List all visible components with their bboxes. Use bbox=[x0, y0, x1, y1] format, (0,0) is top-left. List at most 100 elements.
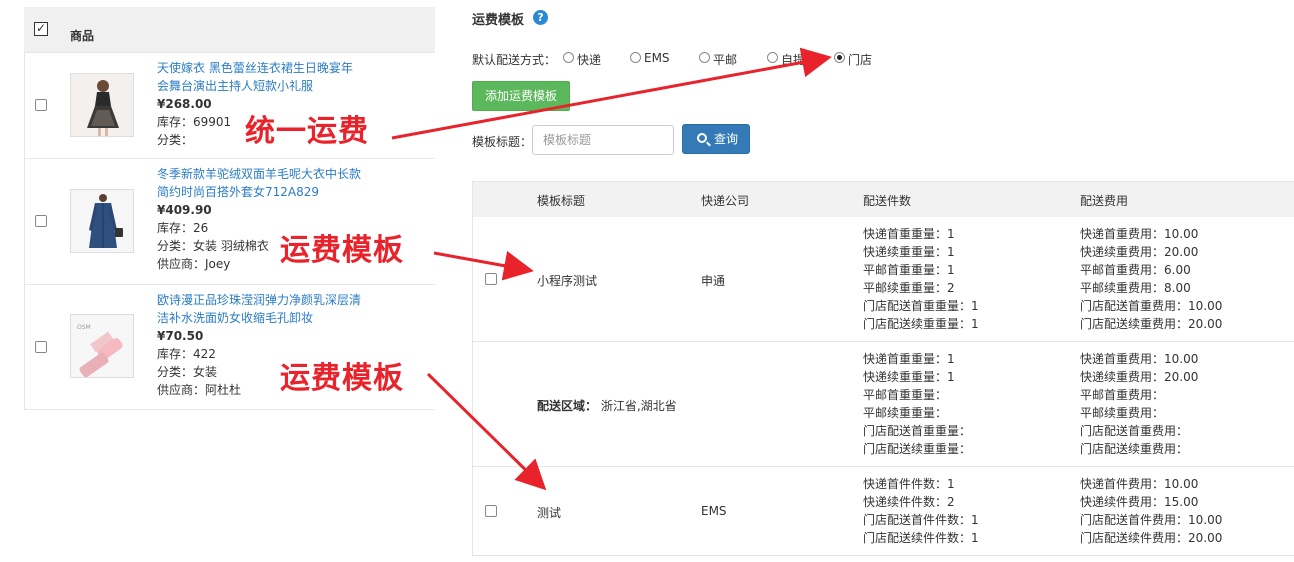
radio-ems[interactable] bbox=[630, 52, 641, 63]
column-header-counts: 配送件数 bbox=[863, 194, 912, 208]
product-price: ¥70.50 bbox=[157, 329, 204, 343]
product-thumbnail-dress bbox=[70, 73, 134, 137]
product-column-header: 商品 bbox=[70, 29, 95, 43]
radio-label-ems: EMS bbox=[644, 51, 670, 65]
product-thumbnail-coat bbox=[70, 189, 134, 253]
product-checkbox[interactable] bbox=[35, 215, 47, 227]
select-all-checkbox[interactable]: ✓ bbox=[34, 22, 48, 36]
fee-line: 门店配送续重费用： bbox=[1080, 442, 1189, 456]
fee-line: 快递首件费用：10.00 bbox=[1080, 477, 1199, 491]
count-line: 平邮续重重量：2 bbox=[863, 281, 955, 295]
svg-text:OSM: OSM bbox=[77, 324, 91, 331]
radio-label-express: 快递 bbox=[577, 53, 602, 67]
page-title: 运费模板 bbox=[472, 13, 525, 28]
fee-line: 门店配送续重费用：20.00 bbox=[1080, 317, 1223, 331]
column-header-title: 模板标题 bbox=[537, 194, 586, 208]
template-table: 模板标题 快递公司 配送件数 配送费用 小程序测试 申通 快递首重重量：1 快递… bbox=[472, 181, 1294, 556]
count-line: 门店配送续重重量：1 bbox=[863, 317, 979, 331]
fees-cell: 快递首件费用：10.00 快递续件费用：15.00 门店配送首件费用：10.00… bbox=[1080, 475, 1222, 547]
product-name-link[interactable]: 欧诗漫正品珍珠滢润弹力净颜乳深层清 洁补水洗面奶女收缩毛孔卸妆 bbox=[157, 291, 369, 327]
product-thumbnail-cleanser: OSM bbox=[70, 314, 134, 378]
counts-cell: 快递首件件数：1 快递续件件数：2 门店配送首件件数：1 门店配送续件件数：1 bbox=[863, 475, 979, 547]
annotation-shipping-template: 运费模板 bbox=[280, 361, 404, 396]
count-line: 平邮首重重量： bbox=[863, 388, 948, 402]
default-shipping-label: 默认配送方式： bbox=[472, 53, 557, 67]
column-header-company: 快递公司 bbox=[701, 194, 750, 208]
fee-line: 门店配送首重费用：10.00 bbox=[1080, 299, 1223, 313]
template-title-cell: 小程序测试 bbox=[537, 274, 598, 288]
radio-label-self-pickup: 自提 bbox=[781, 53, 806, 67]
count-line: 平邮首重重量：1 bbox=[863, 263, 955, 277]
count-line: 快递首重重量：1 bbox=[863, 352, 955, 366]
count-line: 门店配送首重重量： bbox=[863, 424, 972, 438]
fee-line: 快递续重费用：20.00 bbox=[1080, 370, 1199, 384]
radio-surface-mail[interactable] bbox=[699, 52, 710, 63]
radio-store[interactable] bbox=[834, 52, 845, 63]
company-cell: EMS bbox=[701, 504, 727, 518]
region-value: 浙江省,湖北省 bbox=[600, 399, 677, 413]
table-header: 模板标题 快递公司 配送件数 配送费用 bbox=[473, 181, 1294, 217]
company-cell: 申通 bbox=[701, 274, 726, 288]
region-cell: 配送区域： 浙江省,湖北省 bbox=[537, 397, 677, 414]
product-checkbox[interactable] bbox=[35, 99, 47, 111]
table-row: 测试 EMS 快递首件件数：1 快递续件件数：2 门店配送首件件数：1 门店配送… bbox=[473, 467, 1294, 556]
product-checkbox[interactable] bbox=[35, 341, 47, 353]
product-list-header: ✓ 商品 bbox=[24, 7, 435, 53]
region-row: 配送区域： 浙江省,湖北省 快递首重重量：1 快递续重重量：1 平邮首重重量： … bbox=[473, 342, 1294, 467]
search-label: 模板标题： bbox=[472, 135, 533, 149]
count-line: 快递首重重量：1 bbox=[863, 227, 955, 241]
query-button[interactable]: 查询 bbox=[682, 124, 750, 154]
template-title-cell: 测试 bbox=[537, 506, 562, 520]
add-template-button[interactable]: 添加运费模板 bbox=[472, 81, 570, 111]
count-line: 快递续重重量：1 bbox=[863, 245, 955, 259]
product-name-line[interactable]: 会舞台演出主持人短款小礼服 bbox=[157, 77, 369, 95]
template-title-input[interactable] bbox=[532, 125, 674, 155]
radio-label-surface-mail: 平邮 bbox=[713, 53, 738, 67]
query-button-label: 查询 bbox=[714, 132, 739, 146]
count-line: 门店配送首重重量：1 bbox=[863, 299, 979, 313]
counts-cell: 快递首重重量：1 快递续重重量：1 平邮首重重量： 平邮续重重量： 门店配送首重… bbox=[863, 350, 971, 458]
row-checkbox[interactable] bbox=[485, 273, 497, 285]
product-name-line[interactable]: 简约时尚百搭外套女712A829 bbox=[157, 183, 369, 201]
annotation-shipping-template: 运费模板 bbox=[280, 233, 404, 268]
product-name-link[interactable]: 天使嫁衣 黑色蕾丝连衣裙生日晚宴年 会舞台演出主持人短款小礼服 bbox=[157, 59, 369, 95]
column-header-fees: 配送费用 bbox=[1080, 194, 1129, 208]
table-row: 小程序测试 申通 快递首重重量：1 快递续重重量：1 平邮首重重量：1 平邮续重… bbox=[473, 217, 1294, 342]
fee-line: 门店配送首件费用：10.00 bbox=[1080, 513, 1223, 527]
fee-line: 快递首重费用：10.00 bbox=[1080, 352, 1199, 366]
region-label: 配送区域： bbox=[537, 399, 598, 413]
count-line: 门店配送续重重量： bbox=[863, 442, 972, 456]
radio-express[interactable] bbox=[563, 52, 574, 63]
product-name-line[interactable]: 洁补水洗面奶女收缩毛孔卸妆 bbox=[157, 309, 369, 327]
search-icon bbox=[697, 133, 707, 143]
fee-line: 平邮首重费用： bbox=[1080, 388, 1165, 402]
count-line: 门店配送续件件数：1 bbox=[863, 531, 979, 545]
radio-self-pickup[interactable] bbox=[767, 52, 778, 63]
fees-cell: 快递首重费用：10.00 快递续重费用：20.00 平邮首重费用： 平邮续重费用… bbox=[1080, 350, 1198, 458]
fee-line: 门店配送首重费用： bbox=[1080, 424, 1189, 438]
count-line: 快递续件件数：2 bbox=[863, 495, 955, 509]
product-name-line[interactable]: 冬季新款羊驼绒双面羊毛呢大衣中长款 bbox=[157, 165, 369, 183]
fees-cell: 快递首重费用：10.00 快递续重费用：20.00 平邮首重费用：6.00 平邮… bbox=[1080, 225, 1222, 333]
fee-line: 门店配送续件费用：20.00 bbox=[1080, 531, 1223, 545]
row-checkbox[interactable] bbox=[485, 505, 497, 517]
product-name-line[interactable]: 天使嫁衣 黑色蕾丝连衣裙生日晚宴年 bbox=[157, 59, 369, 77]
count-line: 快递续重重量：1 bbox=[863, 370, 955, 384]
fee-line: 快递首重费用：10.00 bbox=[1080, 227, 1199, 241]
question-circle-icon[interactable]: ? bbox=[533, 10, 548, 25]
count-line: 门店配送首件件数：1 bbox=[863, 513, 979, 527]
fee-line: 快递续件费用：15.00 bbox=[1080, 495, 1199, 509]
radio-label-store: 门店 bbox=[848, 53, 873, 67]
product-name-line[interactable]: 欧诗漫正品珍珠滢润弹力净颜乳深层清 bbox=[157, 291, 369, 309]
product-price: ¥409.90 bbox=[157, 203, 212, 217]
fee-line: 平邮续重费用： bbox=[1080, 406, 1165, 420]
counts-cell: 快递首重重量：1 快递续重重量：1 平邮首重重量：1 平邮续重重量：2 门店配送… bbox=[863, 225, 979, 333]
fee-line: 快递续重费用：20.00 bbox=[1080, 245, 1199, 259]
product-name-link[interactable]: 冬季新款羊驼绒双面羊毛呢大衣中长款 简约时尚百搭外套女712A829 bbox=[157, 165, 369, 201]
product-row: 天使嫁衣 黑色蕾丝连衣裙生日晚宴年 会舞台演出主持人短款小礼服 ¥268.00 … bbox=[24, 53, 435, 159]
count-line: 平邮续重重量： bbox=[863, 406, 948, 420]
product-list-panel: ✓ 商品 天使嫁衣 黑色蕾丝连衣裙生日晚宴年 会舞台演出主持人短款小礼服 ¥26… bbox=[24, 7, 435, 410]
fee-line: 平邮续重费用：8.00 bbox=[1080, 281, 1191, 295]
annotation-unified-shipping: 统一运费 bbox=[245, 114, 369, 149]
count-line: 快递首件件数：1 bbox=[863, 477, 955, 491]
